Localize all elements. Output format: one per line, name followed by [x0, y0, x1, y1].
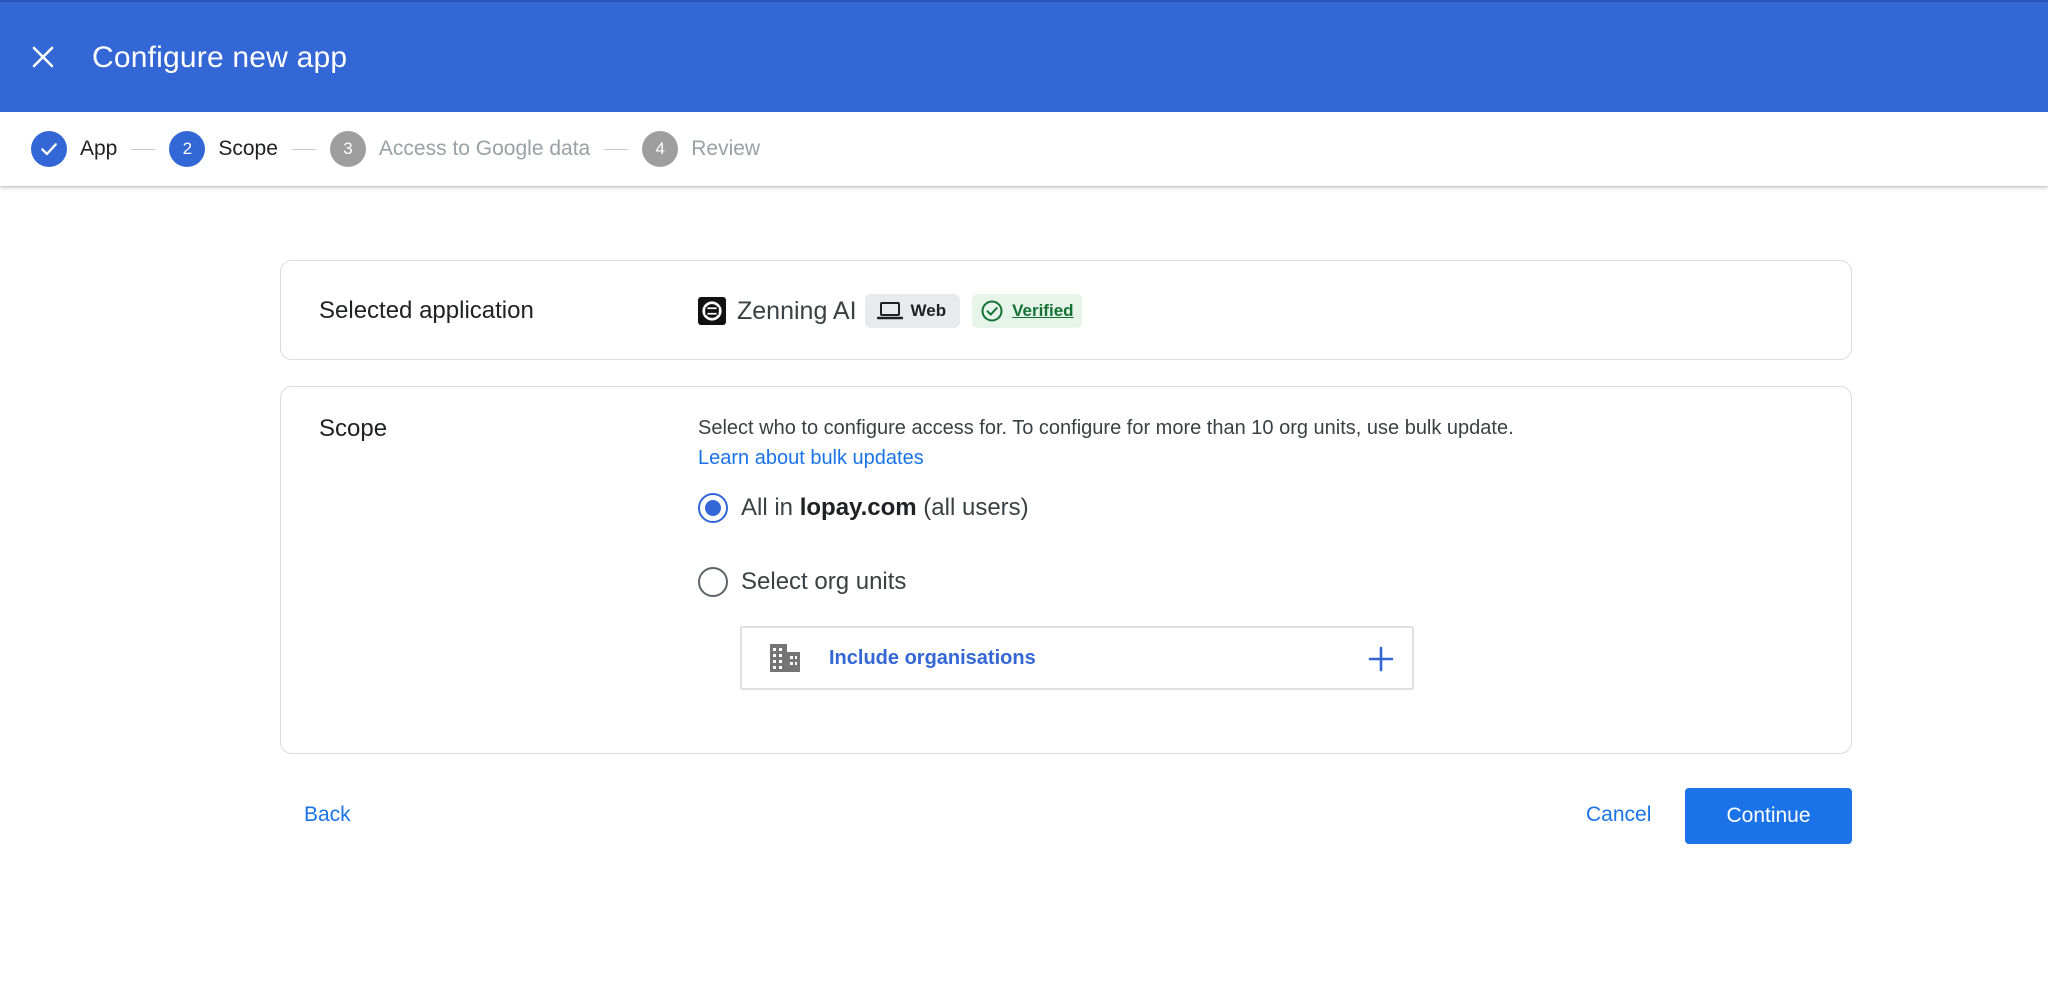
radio-all-users[interactable]: All in lopay.com (all users) [698, 493, 1029, 523]
platform-chip-label: Web [910, 301, 947, 320]
include-organisations-label: Include organisations [829, 647, 1036, 669]
step-access-google-data: 3 Access to Google data [329, 131, 591, 167]
app-name: Zenning AI [737, 296, 857, 325]
verified-chip-label: Verified [1012, 301, 1074, 320]
include-organisations-button[interactable]: Include organisations [740, 626, 1414, 690]
radio-button-unchecked[interactable] [698, 567, 728, 597]
selected-application-card: Selected application Zenning AI Web Veri… [280, 260, 1852, 360]
step-connector [291, 148, 316, 150]
step-done-circle [31, 131, 67, 167]
close-button[interactable] [22, 36, 64, 78]
radio-select-org-units[interactable]: Select org units [698, 567, 906, 597]
step-label: Review [691, 137, 761, 160]
step-app[interactable]: App [31, 131, 117, 167]
step-label: App [80, 137, 118, 160]
radio-all-users-label: All in lopay.com (all users) [741, 494, 1029, 521]
step-number: 4 [642, 131, 679, 167]
cancel-button[interactable]: Cancel [1570, 788, 1667, 842]
app-logo [698, 297, 726, 325]
radio-button-checked[interactable] [698, 493, 728, 523]
scope-heading: Scope [319, 415, 388, 442]
laptop-icon [876, 301, 903, 321]
scope-card: Scope Select who to configure access for… [280, 386, 1852, 754]
platform-chip: Web [864, 294, 961, 328]
bulk-updates-link[interactable]: Learn about bulk updates [698, 443, 924, 473]
close-icon [32, 46, 54, 68]
page-title: Configure new app [92, 41, 348, 74]
check-circle-icon [980, 299, 1004, 323]
step-scope[interactable]: 2 Scope [169, 131, 278, 167]
top-app-bar: Configure new app [0, 0, 2048, 112]
verified-chip[interactable]: Verified [972, 294, 1082, 328]
step-connector [604, 148, 629, 150]
step-label: Access to Google data [378, 137, 591, 160]
stepper: App 2 Scope 3 Access to Google data 4 Re… [0, 112, 2048, 186]
scope-description: Select who to configure access for. To c… [698, 417, 1514, 439]
building-icon [768, 642, 802, 674]
step-number: 2 [169, 131, 206, 167]
radio-select-org-units-label: Select org units [741, 568, 907, 595]
check-icon [41, 143, 57, 156]
selected-application-heading: Selected application [319, 297, 534, 324]
zenning-logo-icon [702, 301, 722, 321]
step-label: Scope [218, 137, 278, 160]
step-review: 4 Review [642, 131, 760, 167]
back-button[interactable]: Back [290, 788, 365, 842]
step-number: 3 [329, 131, 366, 167]
radio-dot [705, 500, 721, 516]
step-connector [131, 148, 156, 150]
app-info-row: Zenning AI Web Verified [698, 293, 1082, 329]
plus-icon [1368, 646, 1394, 672]
continue-button[interactable]: Continue [1685, 788, 1852, 844]
